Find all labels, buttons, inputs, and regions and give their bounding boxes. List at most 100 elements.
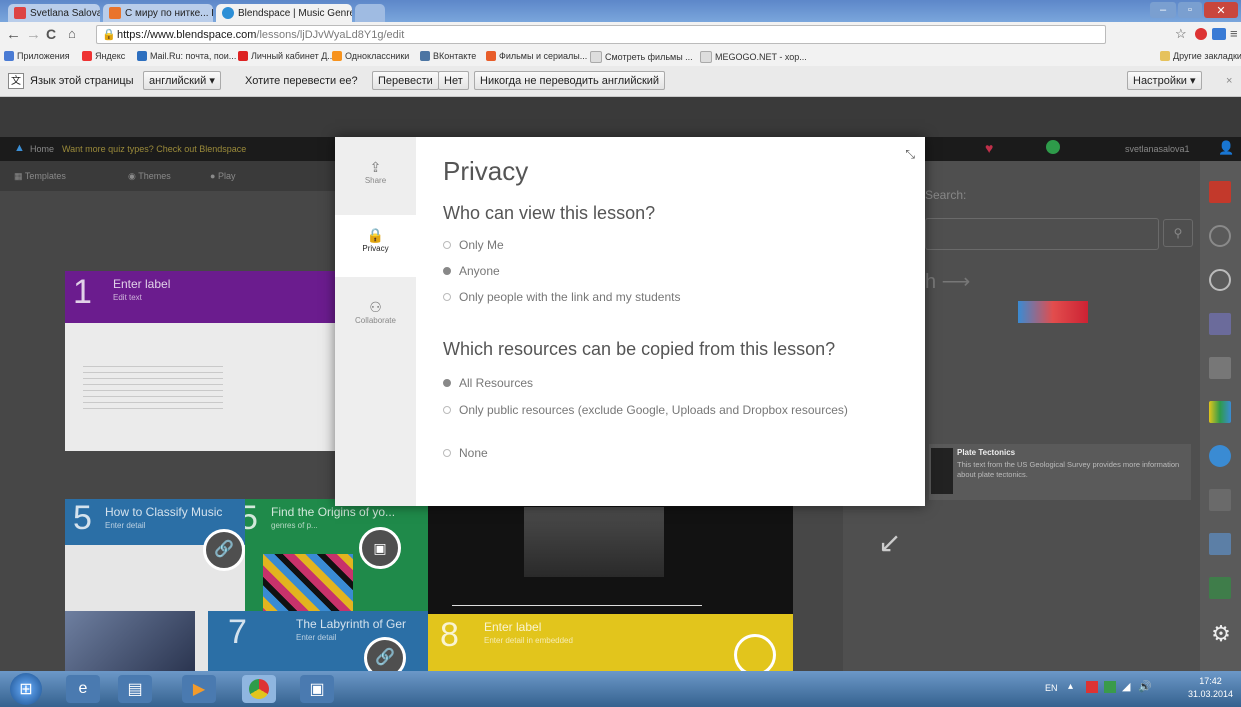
templates-button[interactable]: ▦ Templates: [14, 171, 66, 182]
forward-icon[interactable]: →: [26, 26, 41, 43]
tray-app-icon-2[interactable]: [1104, 681, 1116, 693]
app-window-icon[interactable]: ▣: [300, 675, 334, 703]
radio-button[interactable]: [443, 293, 451, 301]
bookmark-films[interactable]: Фильмы и сериалы...: [486, 51, 587, 61]
folder-icon[interactable]: ▤: [118, 675, 152, 703]
start-button[interactable]: ⊞: [10, 673, 42, 705]
bookmark-megogo[interactable]: MEGOGO.NET - хор...: [700, 51, 807, 63]
tab-collaborate[interactable]: ⚇ Collaborate: [335, 287, 416, 349]
drive-icon[interactable]: [1209, 401, 1231, 423]
bookmark-other[interactable]: Другие закладки: [1160, 51, 1241, 61]
google-icon[interactable]: [1209, 225, 1231, 247]
tray-arrow-icon[interactable]: ▴: [1068, 681, 1073, 692]
radio-button-selected[interactable]: [443, 267, 451, 275]
home-icon[interactable]: ⌂: [68, 26, 76, 41]
search-icon[interactable]: ⚲: [1163, 219, 1193, 247]
gooru-icon[interactable]: [1209, 269, 1231, 291]
bookmark-cabinet[interactable]: Личный кабинет Д...: [238, 51, 335, 61]
educreations-icon[interactable]: [1209, 445, 1231, 467]
browser-tab-blendspace-active[interactable]: Blendspace | Music Genre ×: [216, 4, 352, 22]
browser-tab-blendspace-2[interactable]: С миру по нитке... Blendsp ×: [103, 4, 213, 22]
nav-promo[interactable]: Want more quiz types? Check out Blendspa…: [62, 144, 246, 154]
tab-share[interactable]: ⇪ Share: [335, 147, 416, 209]
bookmark-watch-films[interactable]: Смотреть фильмы ...: [590, 51, 693, 63]
never-translate-button[interactable]: Никогда не переводить английский: [474, 71, 666, 90]
address-toolbar: ← → C ⌂ 🔒 https://www.blendspace.com/les…: [0, 22, 1241, 49]
media-player-icon[interactable]: ▶: [182, 675, 216, 703]
tile-video[interactable]: [428, 499, 793, 614]
translate-button[interactable]: Перевести: [372, 71, 439, 90]
option-none[interactable]: None: [443, 446, 488, 460]
extension-icon-2[interactable]: [1212, 28, 1226, 40]
search-input[interactable]: [925, 218, 1159, 250]
dropbox-icon[interactable]: [1209, 533, 1231, 555]
heart-icon[interactable]: ♥: [985, 140, 993, 156]
play-button[interactable]: ● Play: [210, 171, 235, 181]
language-select[interactable]: английский ▾: [143, 71, 221, 90]
blendspace-icon: [222, 7, 234, 19]
option-public-resources[interactable]: Only public resources (exclude Google, U…: [443, 402, 883, 419]
radio-button[interactable]: [443, 406, 451, 414]
volume-icon[interactable]: 🔊: [1138, 680, 1152, 693]
star-icon[interactable]: ☆: [1175, 26, 1187, 42]
chrome-icon[interactable]: [242, 675, 276, 703]
flickr-icon[interactable]: [1209, 313, 1231, 335]
tab-privacy[interactable]: 🔒 Privacy: [335, 215, 416, 277]
maximize-button[interactable]: ▫: [1178, 2, 1202, 18]
no-button[interactable]: Нет: [438, 71, 469, 90]
tile-1[interactable]: 1 Enter label Edit text: [65, 271, 335, 451]
language-indicator[interactable]: EN: [1045, 683, 1058, 693]
user-icon[interactable]: 👤: [1218, 140, 1234, 156]
menu-icon[interactable]: ≡: [1230, 26, 1238, 41]
option-anyone[interactable]: Anyone: [443, 264, 500, 278]
document-icon[interactable]: [734, 634, 776, 671]
upload-icon[interactable]: [1209, 357, 1231, 379]
tile-5b[interactable]: 5 Find the Origins of yo... genres of p.…: [245, 499, 428, 619]
back-icon[interactable]: ←: [6, 26, 21, 43]
reload-icon[interactable]: C: [46, 26, 56, 42]
extension-icon[interactable]: [1195, 28, 1207, 40]
youtube-icon[interactable]: [1209, 181, 1231, 203]
network-icon[interactable]: ◢: [1122, 680, 1130, 693]
webcam-icon[interactable]: [1209, 489, 1231, 511]
tray-app-icon[interactable]: [1086, 681, 1098, 693]
themes-button[interactable]: ◉ Themes: [128, 171, 171, 182]
new-tab-button[interactable]: [355, 4, 385, 22]
clock[interactable]: 17:42 31.03.2014: [1188, 675, 1233, 701]
bookmark-yandex[interactable]: Яндекс: [82, 51, 125, 61]
radio-button-selected[interactable]: [443, 379, 451, 387]
copy-question: Which resources can be copied from this …: [443, 339, 836, 359]
home-icon[interactable]: ▲: [14, 142, 25, 154]
translate-prompt: Язык этой страницы: [30, 75, 134, 87]
ie-icon[interactable]: e: [66, 675, 100, 703]
bookmark-apps[interactable]: Приложения: [4, 51, 70, 61]
radio-button[interactable]: [443, 241, 451, 249]
username[interactable]: svetlanasalova1: [1125, 144, 1190, 154]
link-icon[interactable]: 🔗: [203, 529, 245, 571]
bookmark-source-icon[interactable]: [1209, 577, 1231, 599]
translate-settings-button[interactable]: Настройки ▾: [1127, 71, 1202, 90]
url-field[interactable]: 🔒 https://www.blendspace.com/lessons/ljD…: [96, 25, 1106, 44]
close-icon[interactable]: ×: [1226, 75, 1232, 87]
tile-number: 8: [440, 616, 459, 654]
browser-tab-google-plus[interactable]: Svetlana Salova - Google+ ×: [8, 4, 100, 22]
tile-7[interactable]: 7 The Labyrinth of Ger Enter detail 🔗: [208, 611, 428, 671]
tile-subtitle: Edit text: [113, 293, 142, 302]
bookmark-vkontakte[interactable]: ВКонтакте: [420, 51, 476, 61]
gear-icon[interactable]: ⚙: [1208, 621, 1234, 647]
link-icon[interactable]: 🔗: [364, 637, 406, 671]
nav-home-link[interactable]: Home: [30, 144, 54, 154]
option-all-resources[interactable]: All Resources: [443, 376, 533, 390]
search-result-plate-tectonics[interactable]: Plate Tectonics This text from the US Ge…: [929, 444, 1191, 500]
option-link-students[interactable]: Only people with the link and my student…: [443, 290, 680, 304]
bookmark-odnoklassniki[interactable]: Одноклассники: [332, 51, 409, 61]
window-close-button[interactable]: ✕: [1204, 2, 1238, 18]
help-icon[interactable]: [1046, 140, 1060, 154]
option-only-me[interactable]: Only Me: [443, 238, 504, 252]
radio-button[interactable]: [443, 449, 451, 457]
close-icon[interactable]: ⤡: [905, 147, 915, 162]
tile-8[interactable]: 8 Enter label Enter detail in embedded: [428, 614, 793, 671]
minimize-button[interactable]: –: [1150, 2, 1176, 18]
image-icon[interactable]: ▣: [359, 527, 401, 569]
bookmark-mailru[interactable]: Mail.Ru: почта, пои...: [137, 51, 236, 61]
